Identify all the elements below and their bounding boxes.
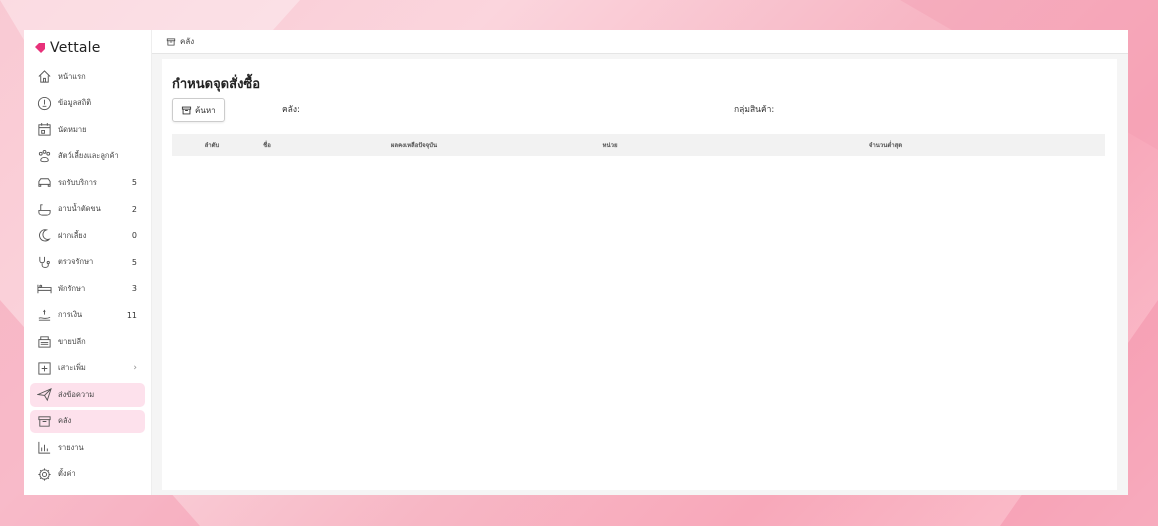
sidebar-item-label: ขายปลีก (58, 336, 86, 346)
sidebar-item-pets-customers[interactable]: สัตว์เลี้ยงและลูกค้า (30, 145, 145, 169)
count-badge: 5 (131, 178, 137, 188)
archive-icon (36, 413, 52, 429)
sidebar-item-boarding[interactable]: ฝากเลี้ยง 0 (30, 224, 145, 248)
bed-icon (36, 281, 52, 297)
info-icon (36, 95, 52, 111)
sidebar-item-label: ส่งข้อความ (58, 389, 95, 399)
search-button-label: ค้นหา (195, 105, 216, 115)
sidebar-item-settings[interactable]: ตั้งค่า (30, 463, 145, 487)
breadcrumb-label[interactable]: คลัง (180, 35, 194, 48)
app-window: Vettale หน้าแรก ข้อมูลสถิติ นัดหมาย สัตว… (24, 30, 1128, 495)
count-badge: 11 (126, 310, 137, 320)
sidebar-item-label: สัตว์เลี้ยงและลูกค้า (58, 151, 119, 161)
gear-icon (36, 466, 52, 482)
car-icon (36, 175, 52, 191)
sidebar-item-grooming[interactable]: อาบน้ำตัดขน 2 (30, 198, 145, 222)
breadcrumb: คลัง (152, 30, 1128, 54)
paw-icon (36, 148, 52, 164)
moon-icon (36, 228, 52, 244)
sidebar-item-label: คลัง (58, 416, 72, 426)
sidebar-item-label: เสาะเพิ่ม (58, 363, 86, 373)
search-button[interactable]: ค้นหา (172, 98, 225, 122)
sidebar-item-label: ตรวจรักษา (58, 257, 94, 267)
sidebar-item-reports[interactable]: รายงาน (30, 436, 145, 460)
archive-icon (166, 37, 176, 46)
sidebar-item-finance[interactable]: การเงิน 11 (30, 304, 145, 328)
archive-icon (181, 106, 192, 114)
sidebar-item-statistics[interactable]: ข้อมูลสถิติ (30, 92, 145, 116)
count-badge: 2 (131, 204, 137, 214)
sidebar-item-label: ข้อมูลสถิติ (58, 98, 92, 108)
sidebar-item-more[interactable]: เสาะเพิ่ม › (30, 357, 145, 381)
sidebar-item-appointments[interactable]: นัดหมาย (30, 118, 145, 142)
sidebar-item-warehouse[interactable]: คลัง (30, 409, 145, 433)
bathtub-icon (36, 201, 52, 217)
brand-name: Vettale (50, 40, 101, 56)
send-icon (36, 387, 52, 403)
sidebar-item-label: รายงาน (58, 442, 84, 452)
plus-square-icon (36, 360, 52, 376)
brand-logo[interactable]: Vettale (34, 40, 145, 56)
table-header-row: ลำดับ ชื่อ ผลคงเหลือปัจจุบัน หน่วย จำนวน… (172, 134, 1105, 156)
content-panel: กำหนดจุดสั่งซื้อ ค้นหา คลัง: กลุ่มสินค้า… (162, 59, 1117, 490)
product-group-filter-label: กลุ่มสินค้า: (734, 105, 775, 115)
column-header-no[interactable]: ลำดับ (172, 134, 252, 156)
warehouse-filter-label: คลัง: (282, 105, 300, 115)
sidebar-item-home[interactable]: หน้าแรก (30, 65, 145, 89)
sidebar: Vettale หน้าแรก ข้อมูลสถิติ นัดหมาย สัตว… (24, 30, 152, 495)
sidebar-item-label: ฝากเลี้ยง (58, 230, 87, 240)
sidebar-item-label: อาบน้ำตัดขน (58, 204, 101, 214)
column-header-unit[interactable]: หน่วย (554, 134, 714, 156)
sidebar-item-label: พักรักษา (58, 283, 86, 293)
sidebar-item-label: นัดหมาย (58, 124, 87, 134)
home-icon (36, 69, 52, 85)
count-badge: 5 (131, 257, 137, 267)
column-header-current-balance[interactable]: ผลคงเหลือปัจจุบัน (274, 134, 554, 156)
sidebar-item-label: หน้าแรก (58, 71, 86, 81)
stethoscope-icon (36, 254, 52, 270)
count-badge: 3 (131, 284, 137, 294)
sidebar-item-pickup-service[interactable]: รถรับบริการ 5 (30, 171, 145, 195)
tag-icon (35, 43, 45, 53)
sidebar-item-label: ตั้งค่า (58, 469, 76, 479)
reorder-point-table: ลำดับ ชื่อ ผลคงเหลือปัจจุบัน หน่วย จำนวน… (172, 134, 1105, 156)
sidebar-item-examination[interactable]: ตรวจรักษา 5 (30, 251, 145, 275)
calendar-icon (36, 122, 52, 138)
sidebar-item-messages[interactable]: ส่งข้อความ (30, 383, 145, 407)
bar-chart-icon (36, 440, 52, 456)
sidebar-item-label: รถรับบริการ (58, 177, 97, 187)
column-header-minimum-quantity[interactable]: จำนวนต่ำสุด (714, 134, 1105, 156)
count-badge: 0 (131, 231, 137, 241)
sidebar-item-retail[interactable]: ขายปลีก (30, 330, 145, 354)
main-area: คลัง กำหนดจุดสั่งซื้อ ค้นหา คลัง: กลุ่มส… (152, 30, 1128, 495)
page-title: กำหนดจุดสั่งซื้อ (172, 77, 261, 92)
chevron-right-icon: › (133, 363, 137, 374)
column-header-name[interactable]: ชื่อ (252, 134, 274, 156)
sidebar-item-label: การเงิน (58, 310, 83, 320)
cash-register-icon (36, 334, 52, 350)
payment-icon (36, 307, 52, 323)
sidebar-item-hospitalization[interactable]: พักรักษา 3 (30, 277, 145, 301)
filter-toolbar: ค้นหา คลัง: กลุ่มสินค้า: (172, 98, 1105, 128)
